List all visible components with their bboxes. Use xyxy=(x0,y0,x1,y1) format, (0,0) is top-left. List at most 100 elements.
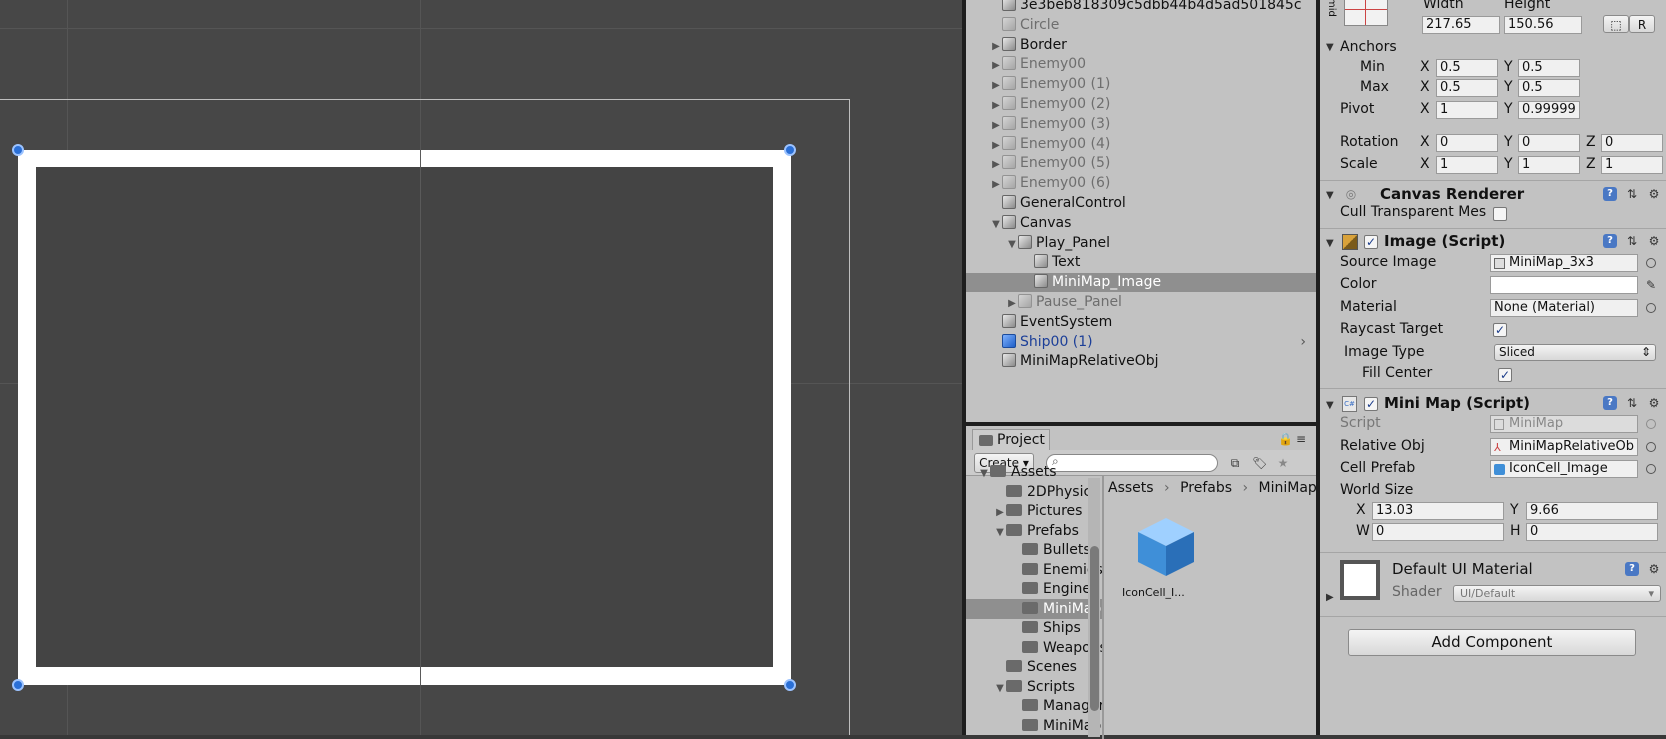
anchor-max-x-field[interactable]: 0.5 xyxy=(1436,79,1498,97)
hierarchy-item[interactable]: ▶ Enemy00 (5) xyxy=(966,154,1316,173)
material-fold-icon[interactable]: ▶ xyxy=(1326,592,1334,603)
material-field[interactable]: None (Material) xyxy=(1490,299,1638,317)
shader-dropdown[interactable]: UI/Default ▾ xyxy=(1453,585,1661,602)
color-field[interactable] xyxy=(1490,276,1638,294)
hierarchy-item[interactable]: ▶ Enemy00 (6) xyxy=(966,174,1316,193)
rotation-y-field[interactable]: 0 xyxy=(1518,134,1580,152)
help-icon[interactable]: ? xyxy=(1625,562,1639,576)
world-size-h-field[interactable]: 0 xyxy=(1526,523,1658,541)
hierarchy-item[interactable]: ▼ Play_Panel xyxy=(966,234,1316,253)
object-picker-icon[interactable] xyxy=(1646,464,1656,474)
gear-icon[interactable]: ⚙ xyxy=(1647,234,1661,248)
scene-view[interactable] xyxy=(0,0,962,735)
collapsed-arrow-icon[interactable]: ▶ xyxy=(990,37,1002,56)
pivot-y-field[interactable]: 0.99999 xyxy=(1518,101,1580,119)
minimap-enabled-checkbox[interactable]: ✓ xyxy=(1364,397,1378,411)
gear-icon[interactable]: ⚙ xyxy=(1647,562,1661,576)
anchor-min-x-field[interactable]: 0.5 xyxy=(1436,59,1498,77)
hierarchy-item[interactable]: ▶ Enemy00 (3) xyxy=(966,115,1316,134)
project-folder-item[interactable]: MiniMap xyxy=(966,598,1102,619)
gear-icon[interactable]: ⚙ xyxy=(1647,187,1661,201)
tree-scroll-thumb[interactable] xyxy=(1090,546,1099,711)
fill-center-checkbox[interactable]: ✓ xyxy=(1498,368,1512,382)
preset-icon[interactable]: ⇅ xyxy=(1625,396,1639,410)
project-folder-item[interactable]: Weapons xyxy=(966,638,1102,658)
menu-icon[interactable]: ≡ xyxy=(1294,432,1308,446)
object-picker-icon[interactable] xyxy=(1646,303,1656,313)
width-field[interactable]: 217.65 xyxy=(1422,16,1500,34)
breadcrumb-item[interactable]: Prefabs xyxy=(1180,480,1232,496)
hierarchy-item[interactable]: ▶ Enemy00 (4) xyxy=(966,135,1316,154)
help-icon[interactable]: ? xyxy=(1603,187,1617,201)
blueprint-mode-button[interactable]: ⬚ xyxy=(1603,15,1629,33)
hierarchy-item[interactable]: ▶ Enemy00 xyxy=(966,55,1316,74)
collapsed-arrow-icon[interactable]: ▶ xyxy=(990,76,1002,95)
scale-x-field[interactable]: 1 xyxy=(1436,156,1498,174)
hierarchy-item[interactable]: ▶ Border xyxy=(966,36,1316,55)
project-folder-item[interactable]: Ships xyxy=(966,618,1102,638)
breadcrumb-item[interactable]: Assets xyxy=(1108,480,1154,496)
filter-by-type-icon[interactable]: ⧉ xyxy=(1228,456,1242,470)
object-picker-icon[interactable] xyxy=(1646,258,1656,268)
project-folder-item[interactable]: Managers xyxy=(966,696,1102,716)
anchors-fold-icon[interactable]: ▼ xyxy=(1326,42,1334,53)
gear-icon[interactable]: ⚙ xyxy=(1647,396,1661,410)
collapsed-arrow-icon[interactable]: ▶ xyxy=(1006,294,1018,313)
rect-handle-bottom-right[interactable] xyxy=(784,679,796,691)
canvas-renderer-fold-icon[interactable]: ▼ xyxy=(1326,190,1334,201)
project-folder-item[interactable]: ▼ Assets xyxy=(966,462,1102,482)
anchor-max-y-field[interactable]: 0.5 xyxy=(1518,79,1580,97)
collapsed-arrow-icon[interactable]: ▶ xyxy=(994,503,1006,521)
rect-handle-bottom-left[interactable] xyxy=(12,679,24,691)
image-fold-icon[interactable]: ▼ xyxy=(1326,238,1334,249)
collapsed-arrow-icon[interactable]: ▶ xyxy=(990,56,1002,75)
rect-handle-top-left[interactable] xyxy=(12,144,24,156)
hierarchy-item[interactable]: Ship00 (1) › xyxy=(966,333,1316,352)
project-folder-item[interactable]: ▶ Pictures xyxy=(966,501,1102,521)
hierarchy-item[interactable]: ▶ Enemy00 (2) xyxy=(966,95,1316,114)
collapsed-arrow-icon[interactable]: ▶ xyxy=(990,116,1002,135)
hierarchy-item[interactable]: MiniMapRelativeObj xyxy=(966,352,1316,371)
source-image-field[interactable]: MiniMap_3x3 xyxy=(1490,254,1638,272)
rotation-x-field[interactable]: 0 xyxy=(1436,134,1498,152)
hierarchy-item[interactable]: Circle xyxy=(966,16,1316,35)
eyedropper-icon[interactable]: ✎ xyxy=(1644,278,1658,292)
hierarchy-item[interactable]: GeneralControl xyxy=(966,194,1316,213)
preset-icon[interactable]: ⇅ xyxy=(1625,187,1639,201)
tab-project[interactable]: Project xyxy=(972,429,1050,451)
world-size-y-field[interactable]: 9.66 xyxy=(1526,502,1658,520)
scale-y-field[interactable]: 1 xyxy=(1518,156,1580,174)
project-folder-item[interactable]: MiniMap xyxy=(966,716,1102,736)
image-type-dropdown[interactable]: Sliced ⇕ xyxy=(1494,344,1656,361)
height-field[interactable]: 150.56 xyxy=(1504,16,1582,34)
rect-handle-top-right[interactable] xyxy=(784,144,796,156)
collapsed-arrow-icon[interactable]: ▶ xyxy=(990,175,1002,194)
hierarchy-item[interactable]: ▶ Enemy00 (1) xyxy=(966,75,1316,94)
anchor-min-y-field[interactable]: 0.5 xyxy=(1518,59,1580,77)
lock-icon[interactable]: 🔒 xyxy=(1278,432,1293,446)
cull-transparent-checkbox[interactable] xyxy=(1493,207,1507,221)
raw-edit-button[interactable]: R xyxy=(1629,15,1655,33)
filter-by-label-icon[interactable]: 🏷 xyxy=(1252,456,1267,470)
breadcrumb-item[interactable]: MiniMap xyxy=(1259,480,1317,496)
rotation-z-field[interactable]: 0 xyxy=(1601,134,1663,152)
hierarchy-item[interactable]: EventSystem xyxy=(966,313,1316,332)
hierarchy-item[interactable]: ▶ Pause_Panel xyxy=(966,293,1316,312)
expanded-arrow-icon[interactable]: ▼ xyxy=(994,679,1006,697)
panel-divider[interactable] xyxy=(1102,476,1104,739)
hierarchy-item[interactable]: 3e3beb818309c5dbb44b4d5ad501845c xyxy=(966,0,1316,15)
relative-obj-field[interactable]: ⅄ MiniMapRelativeOb xyxy=(1490,438,1638,456)
add-component-button[interactable]: Add Component xyxy=(1348,629,1636,656)
anchor-preset-icon[interactable] xyxy=(1344,0,1388,26)
hierarchy-item[interactable]: Text xyxy=(966,253,1316,272)
preset-icon[interactable]: ⇅ xyxy=(1625,234,1639,248)
minimap-fold-icon[interactable]: ▼ xyxy=(1326,400,1334,411)
scale-z-field[interactable]: 1 xyxy=(1601,156,1663,174)
world-size-x-field[interactable]: 13.03 xyxy=(1372,502,1504,520)
project-folder-item[interactable]: Bullets xyxy=(966,540,1102,560)
project-folder-item[interactable]: Scenes xyxy=(966,657,1102,677)
prefab-open-chevron-icon[interactable]: › xyxy=(1300,333,1306,352)
help-icon[interactable]: ? xyxy=(1603,396,1617,410)
prefab-cube-icon[interactable] xyxy=(1136,516,1196,578)
pivot-x-field[interactable]: 1 xyxy=(1436,101,1498,119)
